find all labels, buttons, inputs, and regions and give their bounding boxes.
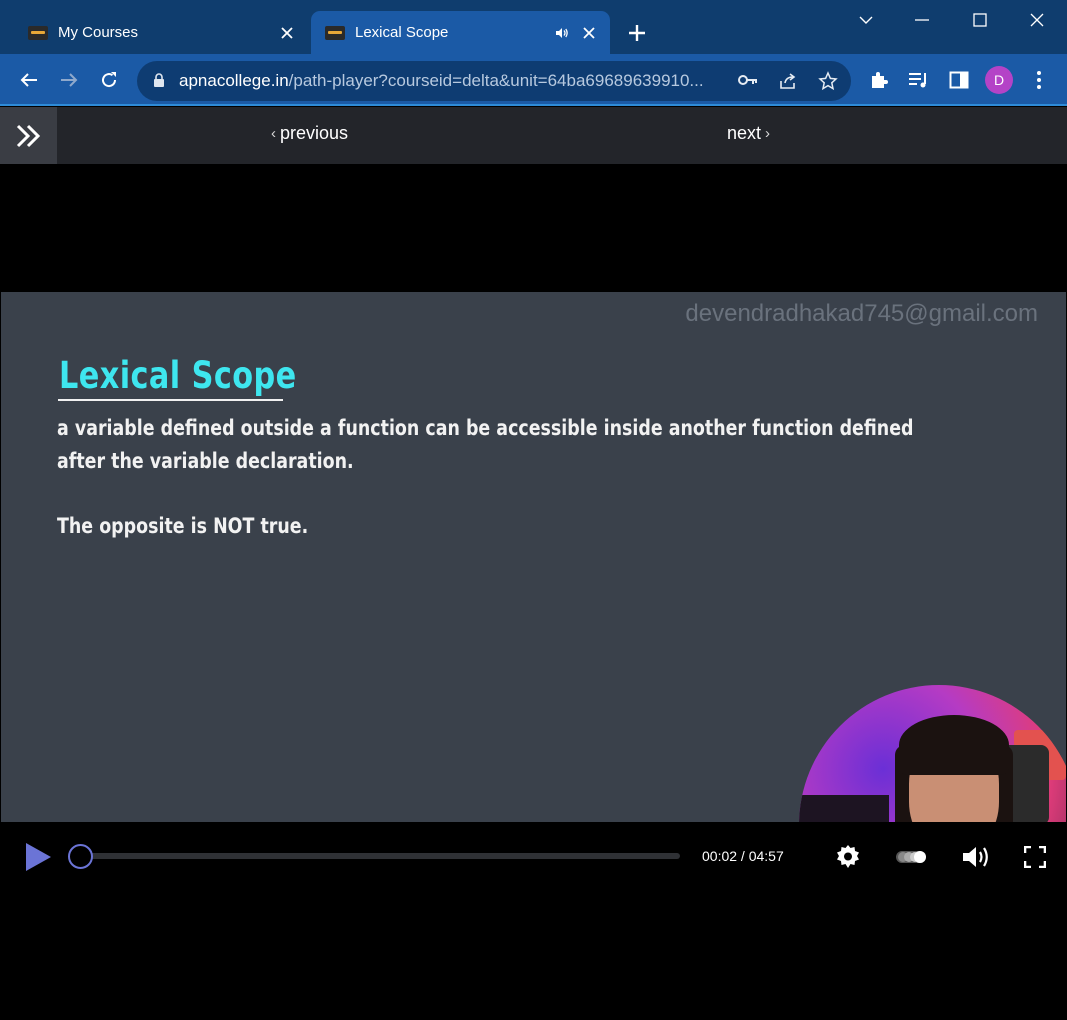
seek-handle[interactable] [68,844,93,869]
play-icon[interactable] [24,842,52,872]
password-key-icon[interactable] [738,73,758,92]
tab-title: Lexical Scope [355,24,449,41]
maximize-icon[interactable] [960,6,1000,34]
extensions-puzzle-icon[interactable] [865,66,893,94]
settings-gear-icon[interactable] [834,843,862,871]
share-icon[interactable] [778,71,798,96]
browser-toolbar: apnacollege.in/path-player?courseid=delt… [0,54,1067,106]
playback-speed-toggle-icon[interactable] [894,843,928,871]
presenter-webcam-bubble [799,685,1066,822]
chevron-right-icon: › [765,125,771,142]
close-icon[interactable] [580,24,598,42]
fullscreen-icon[interactable] [1021,843,1049,871]
previous-link[interactable]: ‹ previous [271,123,348,144]
slide-title: Lexical Scope [59,354,297,397]
video-frame[interactable]: devendradhakad745@gmail.com Lexical Scop… [1,292,1066,822]
media-queue-icon[interactable] [905,66,933,94]
tab-lexical-scope[interactable]: Lexical Scope [311,11,610,54]
slide-text-line: after the variable declaration. [57,449,354,473]
profile-avatar[interactable]: D [985,66,1013,94]
apna-college-favicon-icon [28,25,48,40]
time-display: 00:02 / 04:57 [702,848,784,864]
email-watermark: devendradhakad745@gmail.com [685,300,1038,327]
apna-college-favicon-icon [325,25,345,40]
chevron-left-icon: ‹ [271,125,276,142]
side-panel-icon[interactable] [945,66,973,94]
tab-my-courses[interactable]: My Courses [14,11,308,54]
sidebar-toggle-chevrons-icon[interactable] [0,107,57,164]
slide-text-line: a variable defined outside a function ca… [57,416,914,440]
title-underline [58,399,283,401]
back-arrow-icon[interactable] [15,66,43,94]
bookmark-star-icon[interactable] [818,71,838,96]
tab-search-chevron-icon[interactable] [846,6,886,34]
url-text[interactable]: apnacollege.in/path-player?courseid=delt… [179,71,727,91]
close-icon[interactable] [278,24,296,42]
menu-kebab-icon[interactable] [1025,66,1053,94]
video-letterbox-bottom[interactable] [0,892,1067,1020]
video-letterbox-top[interactable] [0,164,1067,292]
previous-label: previous [280,123,349,143]
tab-strip: My Courses Lexical Scope [0,0,1067,54]
lesson-nav-bar: ‹ previous next › [0,107,1067,164]
window-close-icon[interactable] [1017,6,1057,34]
seek-bar[interactable] [80,853,680,859]
lock-icon[interactable] [153,73,165,93]
next-link[interactable]: next › [727,123,770,144]
address-bar[interactable]: apnacollege.in/path-player?courseid=delt… [137,61,851,101]
next-label: next [727,123,762,143]
audio-playing-icon[interactable] [554,25,570,41]
minimize-icon[interactable] [902,6,942,34]
tab-title: My Courses [58,24,139,41]
new-tab-plus-icon[interactable] [624,20,650,46]
player-controls: 00:02 / 04:57 [0,822,1067,892]
forward-arrow-icon[interactable] [55,66,83,94]
slide-text-line: The opposite is NOT true. [57,514,309,538]
reload-icon[interactable] [95,66,123,94]
volume-icon[interactable] [961,843,993,871]
